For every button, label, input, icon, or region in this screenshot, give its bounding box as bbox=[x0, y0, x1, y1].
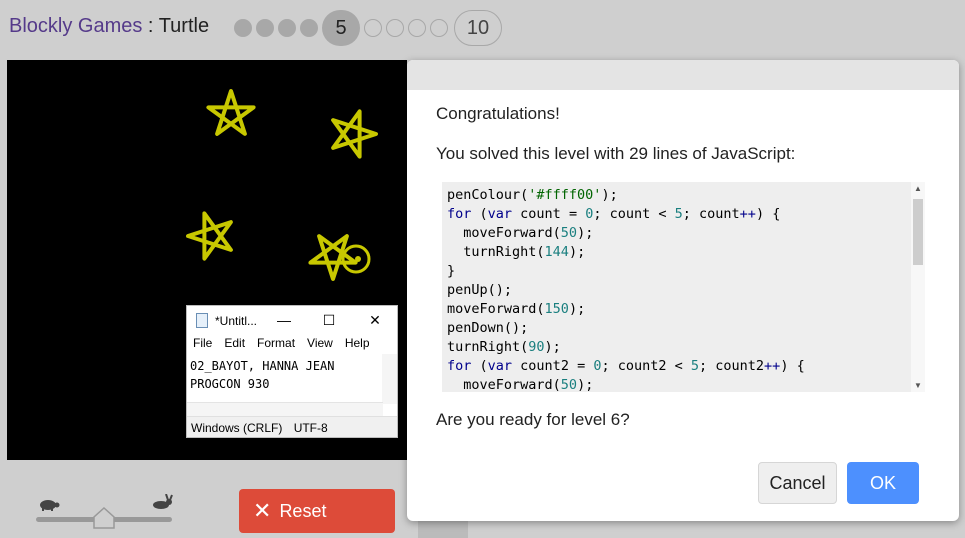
ok-button[interactable]: OK bbox=[847, 462, 919, 504]
rabbit-fast-icon bbox=[153, 494, 173, 509]
level-dot-4[interactable] bbox=[300, 19, 318, 37]
notepad-title: *Untitl... bbox=[215, 314, 258, 328]
speed-slider[interactable] bbox=[34, 490, 176, 530]
cancel-button[interactable]: Cancel bbox=[758, 462, 837, 504]
status-line-ending: Windows (CRLF) bbox=[191, 421, 283, 435]
notepad-titlebar[interactable]: *Untitl... — ☐ ✕ bbox=[187, 306, 397, 336]
level-dot-6[interactable] bbox=[364, 19, 382, 37]
notepad-window[interactable]: *Untitl... — ☐ ✕ File Edit Format View H… bbox=[186, 305, 398, 438]
speed-thumb[interactable] bbox=[93, 507, 115, 529]
code-line: moveForward(150); bbox=[447, 301, 586, 317]
code-line: moveForward(50); bbox=[447, 377, 594, 392]
code-line: for (var count2 = 0; count2 < 5; count2+… bbox=[447, 358, 805, 374]
code-text: penColour('#ffff00'); for (var count = 0;… bbox=[447, 186, 805, 392]
notepad-text-area[interactable]: 02_BAYOT, HANNA JEAN PROGCON 930 bbox=[190, 357, 335, 393]
star-3 bbox=[186, 211, 233, 261]
code-line: moveForward(50); bbox=[447, 225, 594, 241]
code-line: penUp(); bbox=[447, 282, 513, 298]
notepad-icon bbox=[196, 313, 208, 328]
menu-file[interactable]: File bbox=[193, 336, 212, 354]
dialog-summary: You solved this level with 29 lines of J… bbox=[436, 144, 796, 163]
reset-button[interactable]: ✕ Reset bbox=[239, 489, 395, 533]
star-2 bbox=[331, 109, 378, 159]
notepad-line: 02_BAYOT, HANNA JEAN bbox=[190, 359, 335, 373]
level-dot-9[interactable] bbox=[430, 19, 448, 37]
code-viewer[interactable]: penColour('#ffff00'); for (var count = 0;… bbox=[442, 182, 925, 392]
notepad-menubar: File Edit Format View Help bbox=[187, 336, 397, 354]
level-dot-8[interactable] bbox=[408, 19, 426, 37]
turtle-icon bbox=[341, 244, 371, 274]
level-current[interactable]: 5 bbox=[322, 10, 360, 46]
close-button[interactable]: ✕ bbox=[365, 311, 385, 329]
menu-edit[interactable]: Edit bbox=[224, 336, 245, 354]
congratulations-dialog: Congratulations! You solved this level w… bbox=[407, 60, 959, 521]
code-line: penDown(); bbox=[447, 320, 529, 336]
menu-view[interactable]: View bbox=[307, 336, 333, 354]
level-last[interactable]: 10 bbox=[454, 10, 502, 46]
code-line: penColour('#ffff00'); bbox=[447, 187, 618, 203]
notepad-statusbar: Windows (CRLF) UTF-8 bbox=[187, 416, 397, 437]
scroll-up-icon[interactable]: ▲ bbox=[914, 184, 922, 193]
game-name: Turtle bbox=[158, 15, 210, 37]
notepad-line: PROGCON 930 bbox=[190, 377, 270, 391]
star-1 bbox=[206, 89, 256, 136]
star-4 bbox=[308, 234, 358, 281]
reset-x-icon: ✕ bbox=[253, 498, 272, 523]
code-line: turnRight(144); bbox=[447, 244, 586, 260]
code-scrollbar[interactable]: ▲ ▼ bbox=[911, 182, 925, 392]
menu-help[interactable]: Help bbox=[345, 336, 370, 354]
level-dot-2[interactable] bbox=[256, 19, 274, 37]
maximize-button[interactable]: ☐ bbox=[319, 311, 339, 329]
notepad-horizontal-scrollbar[interactable] bbox=[187, 402, 383, 417]
level-dot-3[interactable] bbox=[278, 19, 296, 37]
dialog-titlebar[interactable] bbox=[407, 60, 959, 90]
header: Blockly Games : Turtle 5 10 bbox=[0, 0, 965, 60]
scroll-down-icon[interactable]: ▼ bbox=[914, 381, 922, 390]
level-dot-7[interactable] bbox=[386, 19, 404, 37]
code-line: for (var count = 0; count < 5; count++) … bbox=[447, 206, 781, 222]
turtle-slow-icon bbox=[40, 500, 60, 511]
title-separator: : bbox=[142, 15, 159, 37]
minimize-button[interactable]: — bbox=[274, 311, 294, 329]
dialog-heading: Congratulations! bbox=[436, 104, 560, 123]
code-line: } bbox=[447, 263, 456, 279]
notepad-vertical-scrollbar[interactable] bbox=[382, 354, 397, 404]
level-dot-1[interactable] bbox=[234, 19, 252, 37]
dialog-question: Are you ready for level 6? bbox=[436, 410, 630, 429]
level-selector: 5 10 bbox=[234, 10, 502, 46]
app-name-link[interactable]: Blockly Games bbox=[9, 15, 142, 37]
status-encoding: UTF-8 bbox=[293, 421, 328, 435]
page-title: Blockly Games : Turtle bbox=[9, 15, 209, 38]
scroll-thumb[interactable] bbox=[913, 199, 923, 265]
code-line: turnRight(90); bbox=[447, 339, 561, 355]
reset-label: Reset bbox=[279, 500, 327, 521]
menu-format[interactable]: Format bbox=[257, 336, 295, 354]
